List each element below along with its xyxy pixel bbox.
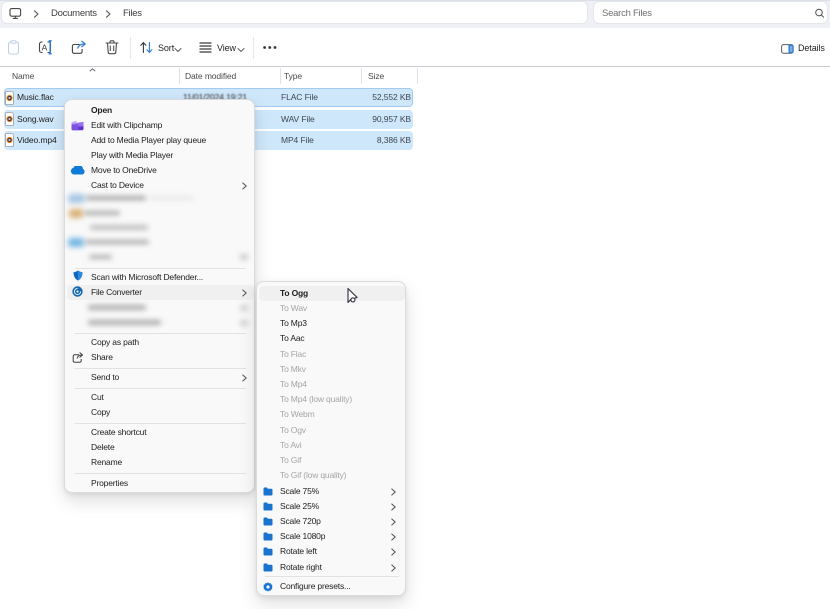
svg-text:A: A bbox=[42, 43, 48, 53]
